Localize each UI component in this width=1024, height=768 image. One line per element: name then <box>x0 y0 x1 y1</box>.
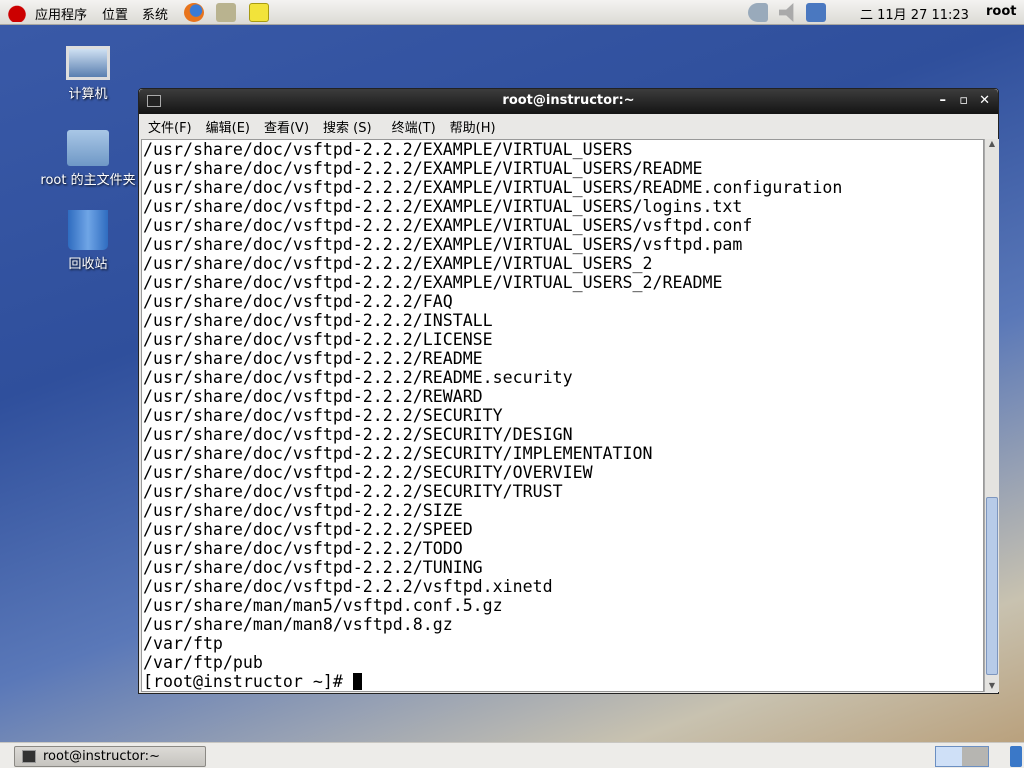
terminal-line: /usr/share/doc/vsftpd-2.2.2/README.secur… <box>143 368 573 387</box>
network-icon[interactable] <box>748 3 768 22</box>
terminal-line: /usr/share/doc/vsftpd-2.2.2/SECURITY/OVE… <box>143 463 593 482</box>
prompt-text: [root@instructor ~]# <box>143 672 353 691</box>
redhat-logo-icon[interactable] <box>7 3 27 22</box>
terminal-line: /var/ftp/pub <box>143 653 263 672</box>
notes-icon[interactable] <box>249 3 269 22</box>
firefox-icon[interactable] <box>184 3 204 22</box>
menu-view[interactable]: 查看(V) <box>264 117 309 136</box>
home-folder-icon <box>67 130 109 166</box>
computer-icon <box>66 46 110 80</box>
menu-file[interactable]: 文件(F) <box>148 117 192 136</box>
top-panel: 应用程序 位置 系统 二 11月 27 11:23 root <box>0 0 1024 25</box>
close-button[interactable]: ✕ <box>979 89 990 113</box>
terminal-line: /usr/share/doc/vsftpd-2.2.2/EXAMPLE/VIRT… <box>143 273 723 292</box>
terminal-line: /usr/share/doc/vsftpd-2.2.2/REWARD <box>143 387 483 406</box>
terminal-line: /var/ftp <box>143 634 223 653</box>
terminal-line: /usr/share/doc/vsftpd-2.2.2/LICENSE <box>143 330 493 349</box>
mail-icon[interactable] <box>216 3 236 22</box>
menu-applications[interactable]: 应用程序 <box>35 4 87 23</box>
menu-places[interactable]: 位置 <box>102 4 128 23</box>
desktop-icon-label: 回收站 <box>68 257 108 272</box>
terminal-line: /usr/share/doc/vsftpd-2.2.2/EXAMPLE/VIRT… <box>143 254 653 273</box>
volume-icon[interactable] <box>779 3 794 22</box>
terminal-line: /usr/share/doc/vsftpd-2.2.2/SECURITY/DES… <box>143 425 573 444</box>
terminal-icon <box>147 95 161 107</box>
menu-help[interactable]: 帮助(H) <box>450 117 496 136</box>
desktop-computer[interactable]: 计算机 <box>38 46 138 102</box>
menu-search[interactable]: 搜索 (S) <box>323 117 372 136</box>
clock[interactable]: 二 11月 27 11:23 <box>860 4 969 23</box>
cursor <box>352 673 362 690</box>
menu-terminal[interactable]: 终端(T) <box>392 117 436 136</box>
terminal-line: /usr/share/doc/vsftpd-2.2.2/vsftpd.xinet… <box>143 577 553 596</box>
terminal-line: /usr/share/doc/vsftpd-2.2.2/EXAMPLE/VIRT… <box>143 140 633 159</box>
terminal-line: /usr/share/man/man8/vsftpd.8.gz <box>143 615 453 634</box>
bottom-panel: root@instructor:~ <box>0 742 1024 768</box>
menu-edit[interactable]: 编辑(E) <box>206 117 250 136</box>
terminal-line: /usr/share/doc/vsftpd-2.2.2/EXAMPLE/VIRT… <box>143 178 843 197</box>
terminal-line: /usr/share/doc/vsftpd-2.2.2/SPEED <box>143 520 473 539</box>
terminal-output[interactable]: /usr/share/doc/vsftpd-2.2.2/EXAMPLE/VIRT… <box>141 139 984 692</box>
terminal-line: /usr/share/doc/vsftpd-2.2.2/SECURITY <box>143 406 503 425</box>
scrollbar[interactable]: ▲ ▼ <box>984 139 999 692</box>
terminal-line: /usr/share/doc/vsftpd-2.2.2/FAQ <box>143 292 453 311</box>
user-name[interactable]: root <box>986 4 1017 19</box>
terminal-prompt[interactable]: [root@instructor ~]# <box>143 672 983 691</box>
desktop-home[interactable]: root 的主文件夹 <box>38 130 138 188</box>
desktop-icon-label: 计算机 <box>68 87 108 102</box>
terminal-line: /usr/share/doc/vsftpd-2.2.2/EXAMPLE/VIRT… <box>143 235 743 254</box>
terminal-icon <box>22 750 36 763</box>
menu-bar: 文件(F) 编辑(E) 查看(V) 搜索 (S) 终端(T) 帮助(H) <box>139 114 998 138</box>
terminal-line: /usr/share/doc/vsftpd-2.2.2/EXAMPLE/VIRT… <box>143 216 753 235</box>
workspace-switcher[interactable] <box>935 746 989 767</box>
terminal-line: /usr/share/doc/vsftpd-2.2.2/TODO <box>143 539 463 558</box>
taskbar-terminal[interactable]: root@instructor:~ <box>14 746 206 767</box>
scrollbar-thumb[interactable] <box>986 497 998 675</box>
minimize-button[interactable]: – <box>940 89 947 113</box>
terminal-line: /usr/share/doc/vsftpd-2.2.2/SECURITY/IMP… <box>143 444 653 463</box>
desktop-trash[interactable]: 回收站 <box>38 210 138 272</box>
desktop-icon-label: root 的主文件夹 <box>40 173 136 188</box>
trash-icon[interactable] <box>1010 746 1022 767</box>
maximize-button[interactable]: ▫ <box>959 89 968 113</box>
terminal-line: /usr/share/doc/vsftpd-2.2.2/TUNING <box>143 558 483 577</box>
terminal-line: /usr/share/doc/vsftpd-2.2.2/EXAMPLE/VIRT… <box>143 197 743 216</box>
terminal-line: /usr/share/doc/vsftpd-2.2.2/SIZE <box>143 501 463 520</box>
terminal-window: root@instructor:~ – ▫ ✕ 文件(F) 编辑(E) 查看(V… <box>138 88 999 694</box>
trash-icon <box>68 210 108 250</box>
scroll-up-arrow-icon[interactable]: ▲ <box>985 139 999 148</box>
terminal-line: /usr/share/doc/vsftpd-2.2.2/INSTALL <box>143 311 493 330</box>
network-status-icon[interactable] <box>806 3 826 22</box>
window-title: root@instructor:~ <box>502 93 635 108</box>
taskbar-label: root@instructor:~ <box>43 749 160 764</box>
terminal-line: /usr/share/doc/vsftpd-2.2.2/SECURITY/TRU… <box>143 482 563 501</box>
scroll-down-arrow-icon[interactable]: ▼ <box>985 681 999 690</box>
terminal-line: /usr/share/doc/vsftpd-2.2.2/EXAMPLE/VIRT… <box>143 159 703 178</box>
title-bar[interactable]: root@instructor:~ – ▫ ✕ <box>139 89 998 114</box>
menu-system[interactable]: 系统 <box>142 4 168 23</box>
terminal-line: /usr/share/doc/vsftpd-2.2.2/README <box>143 349 483 368</box>
terminal-line: /usr/share/man/man5/vsftpd.conf.5.gz <box>143 596 503 615</box>
